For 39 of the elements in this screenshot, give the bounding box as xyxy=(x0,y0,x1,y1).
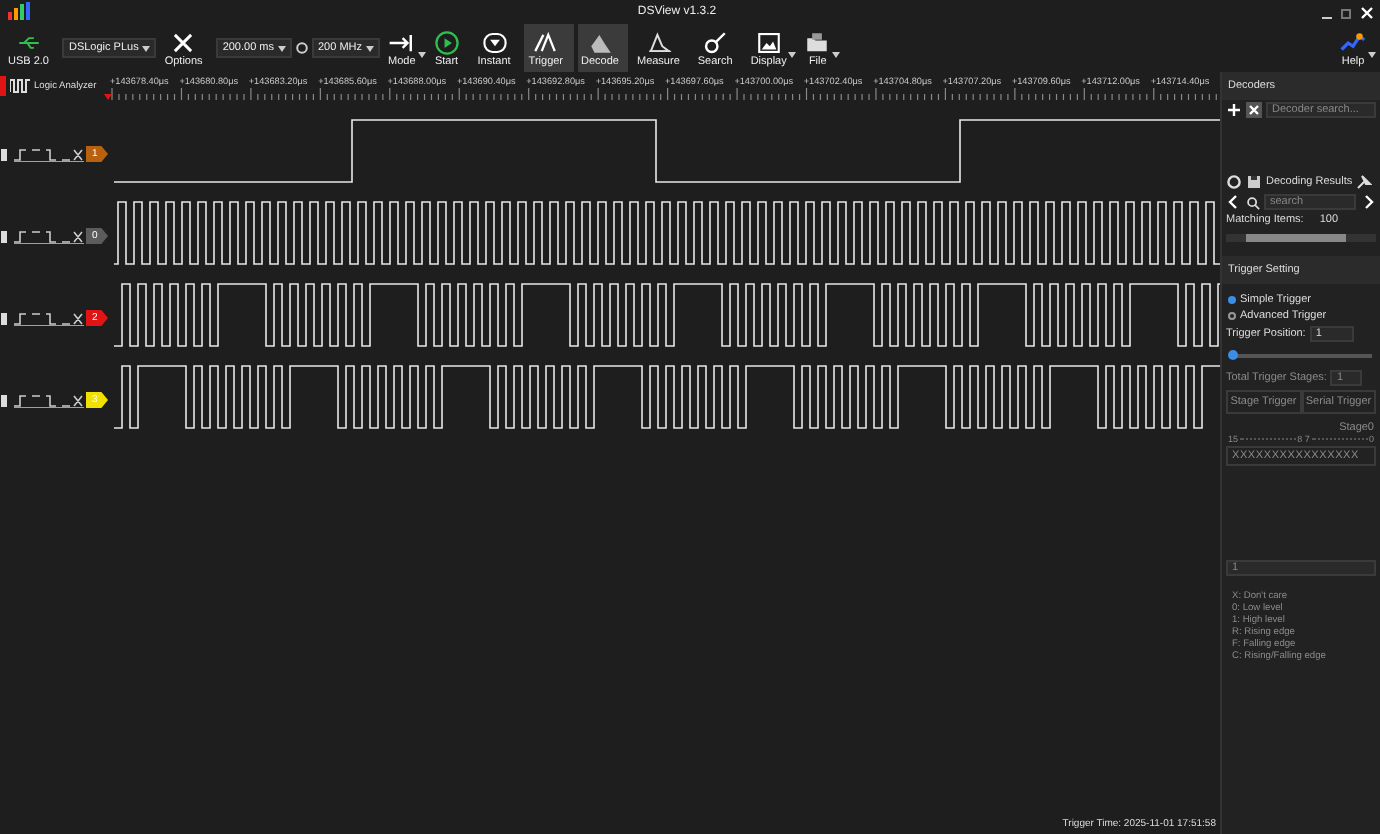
probe-icon[interactable] xyxy=(0,311,10,325)
decode-icon xyxy=(587,29,613,55)
trigger-options-drawing[interactable] xyxy=(12,147,84,161)
square-wave-icon xyxy=(10,78,30,94)
previous-button[interactable] xyxy=(1226,194,1242,210)
trigger-icon xyxy=(532,29,559,55)
display-icon xyxy=(755,29,782,55)
cursor-marker-icon xyxy=(104,94,112,100)
caret-icon xyxy=(1368,52,1376,58)
caret-icon xyxy=(278,45,286,51)
search-icon xyxy=(702,29,729,55)
scrollbar[interactable] xyxy=(1226,234,1376,242)
probe-icon[interactable] xyxy=(0,229,10,243)
next-button[interactable] xyxy=(1360,194,1376,210)
probe-icon[interactable] xyxy=(0,147,10,161)
mode-indicator xyxy=(0,76,6,96)
trigger-options-drawing[interactable] xyxy=(12,229,84,243)
search-icon xyxy=(1246,195,1260,209)
folder-icon xyxy=(804,29,831,55)
close-icon[interactable] xyxy=(1360,5,1374,19)
probe-icon[interactable] xyxy=(0,393,10,407)
clock-icon xyxy=(296,42,308,54)
app-logo-icon xyxy=(6,2,34,22)
trigger-options-drawing[interactable] xyxy=(12,311,84,325)
settings-button[interactable] xyxy=(1226,174,1242,190)
slider-thumb[interactable] xyxy=(1228,350,1239,360)
measure-icon xyxy=(645,29,672,55)
trigger-options-drawing[interactable] xyxy=(12,393,84,407)
arrow-icon xyxy=(388,29,415,55)
add-button[interactable] xyxy=(1226,102,1242,118)
restore-icon[interactable] xyxy=(1340,5,1354,19)
caret-icon xyxy=(142,45,151,51)
remove-button[interactable] xyxy=(1246,102,1262,118)
caret-icon xyxy=(366,45,375,51)
help-logo-icon xyxy=(1340,29,1366,55)
save-button[interactable] xyxy=(1246,174,1262,190)
pin-button[interactable] xyxy=(1356,174,1373,190)
play-icon xyxy=(433,29,460,55)
instant-icon xyxy=(481,29,508,55)
